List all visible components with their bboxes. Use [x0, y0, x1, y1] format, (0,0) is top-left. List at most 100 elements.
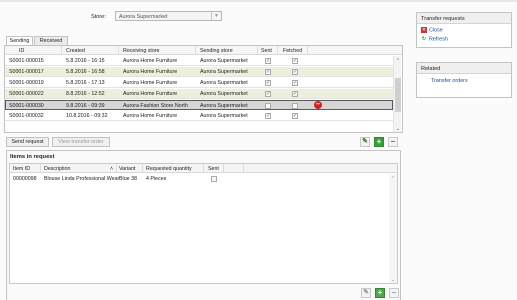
items-scrollbar[interactable]: ⌃ ⌄	[389, 174, 397, 283]
column-separator	[277, 46, 278, 55]
cell-id: S0001-000022	[9, 91, 44, 97]
cell-receiving-store: Aurora Home Furniture	[123, 58, 178, 64]
side-panel-header: Related	[417, 63, 511, 74]
cell-id: S0001-000015	[9, 58, 44, 64]
column-header-sent[interactable]: Sent	[208, 166, 219, 172]
chevron-down-icon[interactable]: ⌄	[389, 277, 397, 283]
column-header-requested-quantity[interactable]: Requested quantity	[146, 166, 192, 172]
transfers-scrollbar[interactable]: ⌃ ⌄	[393, 56, 401, 132]
plus-icon[interactable]: +	[375, 288, 385, 298]
fetched-checkbox[interactable]: ✓	[292, 113, 298, 119]
pencil-icon[interactable]: ✎	[361, 288, 371, 298]
main-panel: Sending Received ID Created Receiving st…	[4, 32, 403, 300]
sent-checkbox[interactable]	[211, 176, 217, 182]
view-transfer-order-button[interactable]: View transfer order	[52, 137, 110, 147]
store-label: Store:	[91, 14, 106, 20]
send-request-button[interactable]: Send request	[6, 137, 49, 147]
delete-row-icon[interactable]: –	[314, 101, 322, 109]
cell-sending-store: Aurora Supermarket	[200, 103, 248, 109]
cell-sending-store: Aurora Supermarket	[200, 91, 248, 97]
cell-receiving-store: Aurora Fashion Store North	[123, 103, 188, 109]
column-header-item-id[interactable]: Item ID	[13, 166, 30, 172]
column-separator	[116, 164, 117, 173]
chevron-down-icon[interactable]: ▼	[211, 12, 221, 20]
close-action[interactable]: ✕ Close	[421, 27, 443, 35]
fetched-checkbox[interactable]: ✓	[292, 69, 298, 75]
column-header-receiving-store[interactable]: Receiving store	[123, 48, 160, 54]
plus-icon[interactable]: +	[374, 137, 384, 147]
column-header-created[interactable]: Created	[66, 48, 85, 54]
refresh-action[interactable]: ↻ Refresh	[421, 36, 448, 44]
store-select[interactable]: Aurora Supermarket ▼	[115, 11, 222, 21]
column-separator	[257, 46, 258, 55]
cell-receiving-store: Aurora Home Furniture	[123, 91, 178, 97]
tab-received[interactable]: Received	[34, 36, 68, 45]
items-in-request-panel: Items in request Item ID Description ˄ V…	[6, 150, 401, 300]
transfer-requests-panel: Transfer requests ✕ Close ↻ Refresh	[416, 12, 512, 48]
cell-created: 8.8.2016 - 12:52	[66, 91, 105, 97]
refresh-icon: ↻	[421, 36, 427, 42]
cell-id: S0001-000032	[9, 113, 44, 119]
table-row[interactable]: S0001-000022 8.8.2016 - 12:52 Aurora Hom…	[5, 89, 393, 99]
chevron-up-icon[interactable]: ⌃	[389, 176, 397, 182]
column-separator	[40, 164, 41, 173]
table-row[interactable]: S0001-000017 5.8.2016 - 16:58 Aurora Hom…	[5, 67, 393, 77]
column-header-variant[interactable]: Variant	[119, 166, 135, 172]
fetched-checkbox[interactable]: ✓	[292, 91, 298, 97]
transfer-orders-link[interactable]: Transfer orders	[431, 78, 468, 84]
column-separator	[203, 164, 204, 173]
column-separator	[118, 46, 119, 55]
side-panel-title: Transfer requests	[421, 16, 465, 22]
top-border	[0, 0, 517, 2]
cell-sending-store: Aurora Supermarket	[200, 113, 248, 119]
column-separator	[307, 46, 308, 55]
table-row[interactable]: S0001-000032 10.8.2016 - 09:32 Aurora Ho…	[5, 111, 393, 121]
cell-requested-quantity: 4 Pieces	[146, 176, 167, 182]
cell-sending-store: Aurora Supermarket	[200, 69, 248, 75]
column-header-description[interactable]: Description	[44, 166, 71, 172]
column-separator	[195, 46, 196, 55]
cell-receiving-store: Aurora Home Furniture	[123, 69, 178, 75]
refresh-label: Refresh	[429, 36, 448, 43]
minus-icon[interactable]: –	[388, 137, 398, 147]
table-row[interactable]: S0001-000015 5.8.2016 - 16:15 Aurora Hom…	[5, 56, 393, 66]
sent-checkbox[interactable]: ✓	[265, 69, 271, 75]
cell-variant: Blue 38	[119, 176, 137, 182]
chevron-down-icon[interactable]: ⌄	[394, 126, 402, 132]
fetched-checkbox[interactable]: ✓	[292, 80, 298, 86]
cell-created: 10.8.2016 - 09:32	[66, 113, 108, 119]
column-header-sending-store[interactable]: Sending store	[200, 48, 233, 54]
fetched-checkbox[interactable]: ✓	[292, 58, 298, 64]
sent-checkbox[interactable]: ✓	[265, 113, 271, 119]
column-header-fetched[interactable]: Fetched	[283, 48, 302, 54]
table-row[interactable]: 00000098 Blouse Linda Professional Wear …	[10, 174, 388, 184]
cell-sending-store: Aurora Supermarket	[200, 80, 248, 86]
cell-receiving-store: Aurora Home Furniture	[123, 113, 178, 119]
chevron-up-icon[interactable]: ⌃	[394, 58, 402, 64]
cell-description: Blouse Linda Professional Wear	[44, 176, 120, 182]
sent-checkbox[interactable]: ✓	[265, 91, 271, 97]
column-header-id[interactable]: ID	[19, 48, 24, 54]
column-separator	[142, 164, 143, 173]
side-panel-header: Transfer requests	[417, 13, 511, 24]
pencil-icon[interactable]: ✎	[360, 137, 370, 147]
fetched-checkbox[interactable]	[292, 103, 298, 109]
sent-checkbox[interactable]: ✓	[265, 80, 271, 86]
transfers-grid: ID Created Receiving store Sending store…	[4, 45, 403, 133]
table-row[interactable]: S0001-000019 5.8.2016 - 17:13 Aurora Hom…	[5, 78, 393, 88]
store-select-value: Aurora Supermarket	[119, 14, 168, 20]
cell-sending-store: Aurora Supermarket	[200, 58, 248, 64]
minus-icon[interactable]: –	[389, 288, 399, 298]
cell-id: S0001-000017	[9, 69, 44, 75]
sort-indicator-icon: ˄	[110, 166, 114, 172]
sent-checkbox[interactable]	[265, 103, 271, 109]
sent-checkbox[interactable]: ✓	[265, 58, 271, 64]
column-header-sent[interactable]: Sent	[261, 48, 272, 54]
scrollbar-thumb[interactable]	[395, 78, 401, 112]
column-separator	[243, 164, 244, 173]
cell-item-id: 00000098	[13, 176, 37, 182]
transfers-grid-header: ID Created Receiving store Sending store…	[5, 46, 402, 55]
table-row-selected[interactable]: S0001-000030 9.8.2016 - 09:39 Aurora Fas…	[5, 100, 393, 110]
cell-created: 5.8.2016 - 16:58	[66, 69, 105, 75]
items-panel-title: Items in request	[10, 154, 55, 160]
